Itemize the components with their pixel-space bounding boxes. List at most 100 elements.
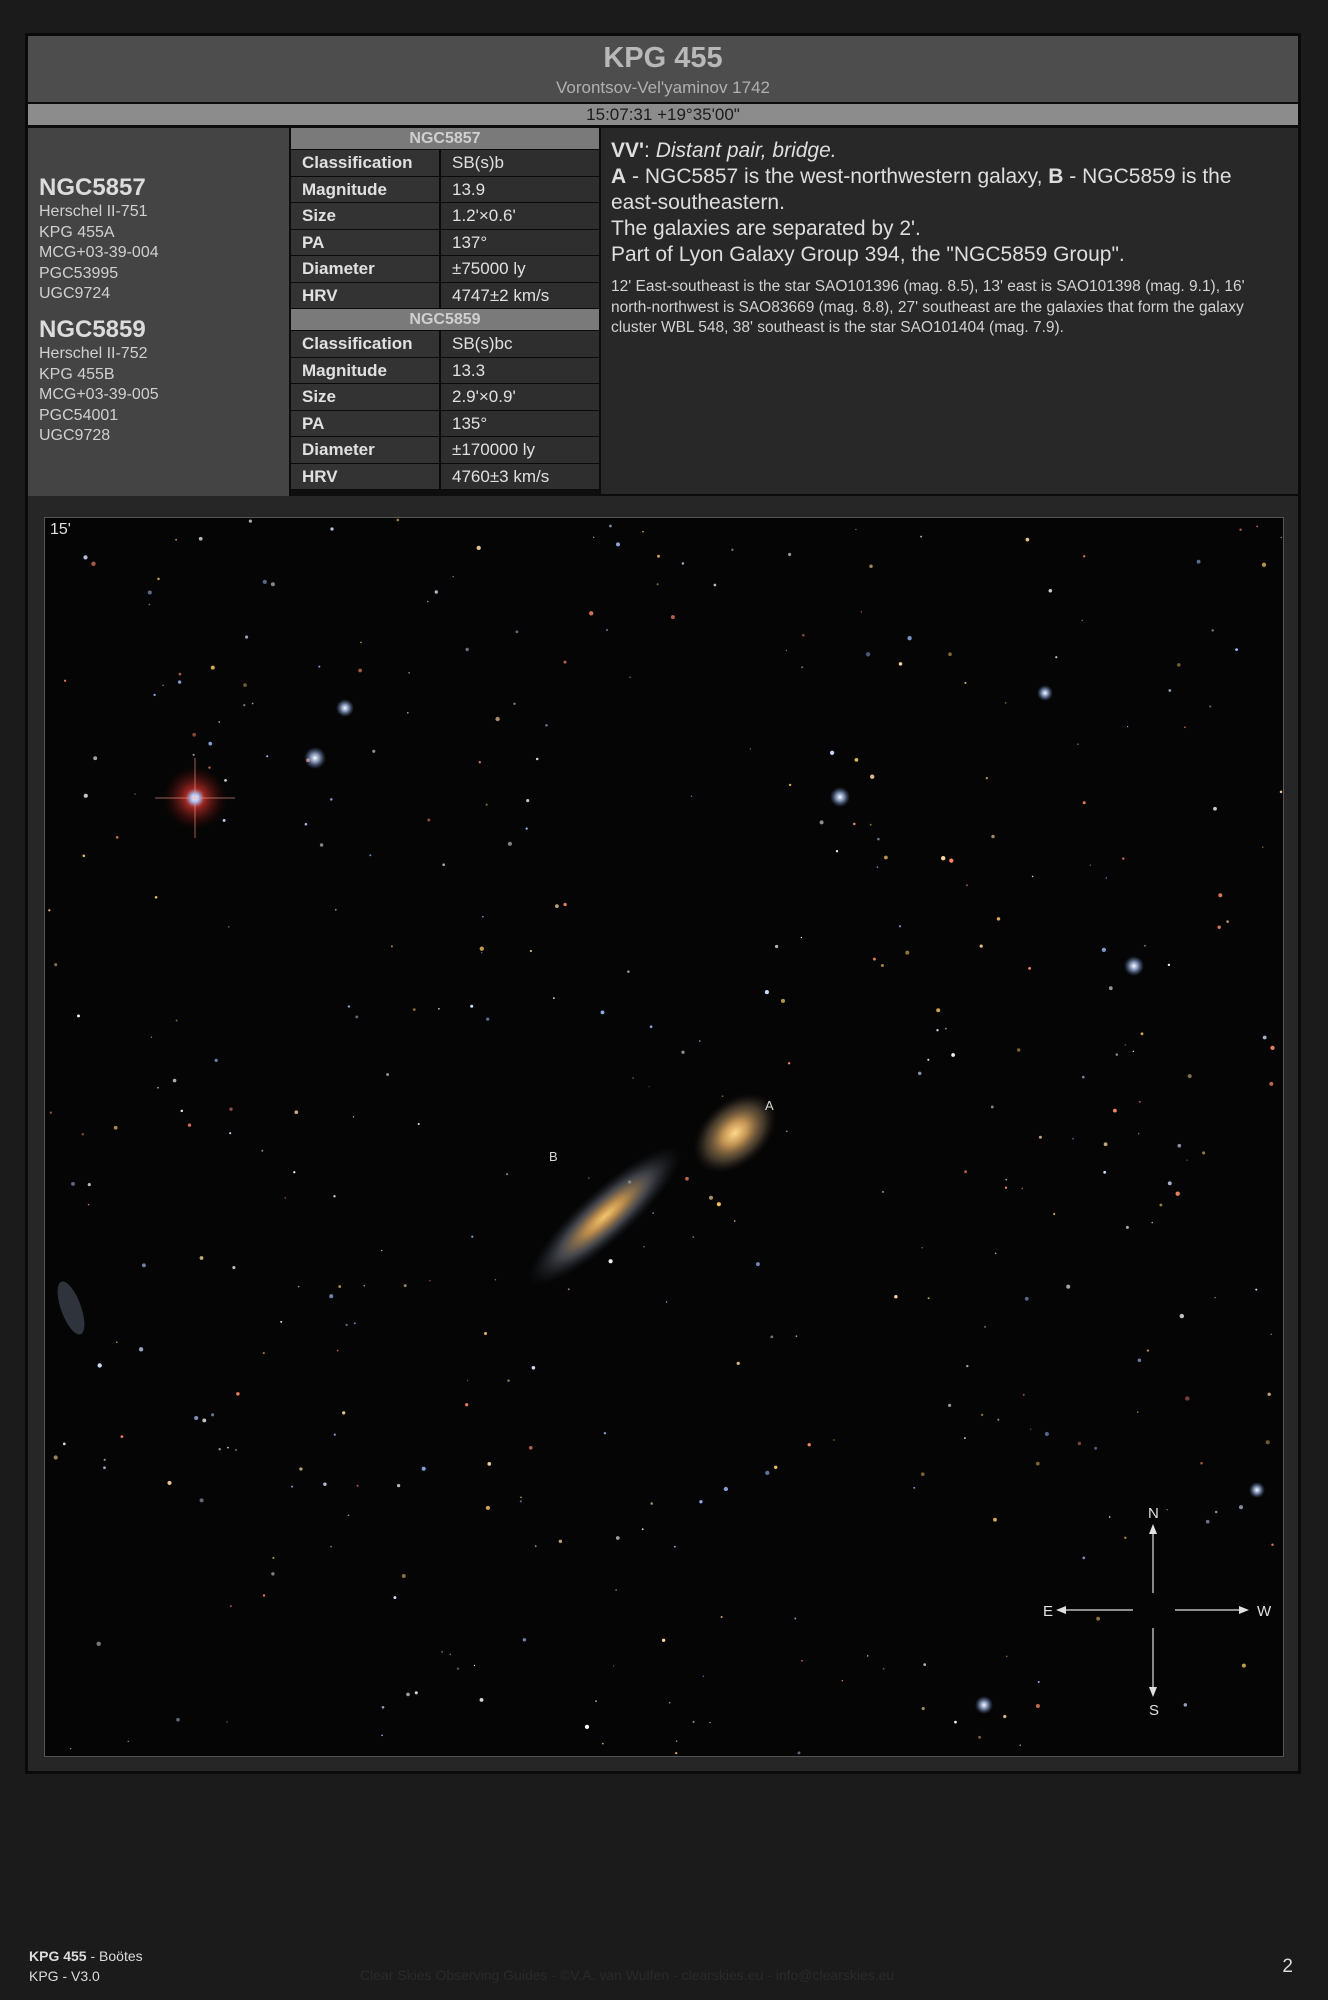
galaxy-name: NGC5857 xyxy=(39,174,146,201)
star xyxy=(224,779,227,782)
star xyxy=(657,554,660,558)
star xyxy=(1255,1288,1258,1291)
star xyxy=(176,1717,180,1722)
star xyxy=(1140,1032,1144,1036)
star xyxy=(690,795,693,798)
star xyxy=(421,1466,426,1471)
star xyxy=(1125,1225,1129,1229)
star xyxy=(199,1498,204,1503)
star xyxy=(553,997,555,999)
star xyxy=(941,856,946,861)
bright-star xyxy=(336,699,354,717)
star xyxy=(208,766,211,769)
star xyxy=(471,1235,474,1238)
star xyxy=(230,1605,232,1607)
star xyxy=(363,1284,366,1287)
star xyxy=(835,850,839,853)
star xyxy=(372,749,376,753)
star xyxy=(801,1659,803,1662)
star xyxy=(612,1665,615,1667)
table-header: NGC5859 xyxy=(291,309,599,331)
star xyxy=(884,855,888,860)
star xyxy=(434,590,439,594)
star xyxy=(731,548,734,551)
page-subtitle: Vorontsov-Vel'yaminov 1742 xyxy=(556,78,770,97)
star xyxy=(272,1556,275,1559)
star xyxy=(138,1347,144,1352)
star xyxy=(785,649,788,652)
star xyxy=(412,1008,416,1011)
row-value: 4760±3 km/s xyxy=(441,463,599,489)
star xyxy=(87,1203,90,1206)
row-key: HRV xyxy=(291,282,441,308)
star xyxy=(178,672,182,676)
star xyxy=(525,827,528,830)
star xyxy=(563,902,567,907)
star xyxy=(656,583,659,586)
star xyxy=(49,1111,52,1114)
star xyxy=(1055,656,1058,659)
star xyxy=(980,1413,984,1417)
star xyxy=(470,1004,474,1008)
footer-title-line: KPG 455 - Boötes xyxy=(29,1946,143,1966)
star xyxy=(593,536,595,538)
star xyxy=(1132,1050,1135,1053)
star xyxy=(1122,857,1125,860)
star xyxy=(807,1443,811,1447)
row-value: 1.2'×0.6' xyxy=(441,203,599,229)
star xyxy=(304,822,308,826)
galaxy-name: NGC5859 xyxy=(39,316,146,343)
row-key: HRV xyxy=(291,463,441,489)
star xyxy=(506,1173,509,1176)
compass-n: N xyxy=(1148,1505,1159,1522)
star xyxy=(115,1341,118,1344)
star xyxy=(1082,801,1086,805)
star xyxy=(1108,1516,1111,1518)
star xyxy=(603,1432,607,1435)
star xyxy=(1082,1556,1086,1560)
star xyxy=(208,741,213,746)
star xyxy=(330,798,333,801)
row-value: 4747±2 km/s xyxy=(441,282,599,308)
star xyxy=(1187,1074,1192,1079)
star xyxy=(797,1751,801,1755)
star xyxy=(869,823,872,826)
star xyxy=(526,799,530,803)
star xyxy=(408,672,410,674)
star xyxy=(358,668,362,673)
star xyxy=(82,854,86,858)
table-row: HRV 4747±2 km/s xyxy=(291,282,599,309)
star xyxy=(855,528,857,531)
star xyxy=(1137,1411,1139,1413)
star xyxy=(417,1122,420,1126)
star xyxy=(427,600,429,603)
star xyxy=(787,1062,791,1065)
star xyxy=(1077,743,1079,746)
star xyxy=(1270,1333,1273,1336)
star xyxy=(113,1125,118,1130)
star xyxy=(994,1252,997,1255)
star xyxy=(262,1594,266,1597)
star xyxy=(529,949,533,953)
star xyxy=(1127,726,1129,728)
star xyxy=(175,1019,178,1022)
star xyxy=(1183,1703,1188,1707)
star xyxy=(936,1008,941,1013)
star xyxy=(905,950,910,955)
label-a-marker: A xyxy=(765,1098,774,1113)
star xyxy=(180,1109,184,1113)
identifiers-column: NGC5857 Herschel II-751 KPG 455A MCG+03-… xyxy=(28,128,291,496)
alias: KPG 455B xyxy=(39,365,115,383)
star xyxy=(175,538,177,541)
table-row: Classification SB(s)bc xyxy=(291,331,599,358)
table-row: Magnitude 13.3 xyxy=(291,357,599,384)
star xyxy=(627,970,630,973)
identifier-block-ngc5859: NGC5859 Herschel II-752 KPG 455B MCG+03-… xyxy=(39,316,159,447)
star xyxy=(964,681,967,684)
star xyxy=(522,1638,527,1642)
star xyxy=(83,555,88,560)
star xyxy=(284,1197,287,1199)
star xyxy=(1021,1187,1024,1190)
star xyxy=(1271,1543,1274,1546)
star xyxy=(780,998,786,1003)
